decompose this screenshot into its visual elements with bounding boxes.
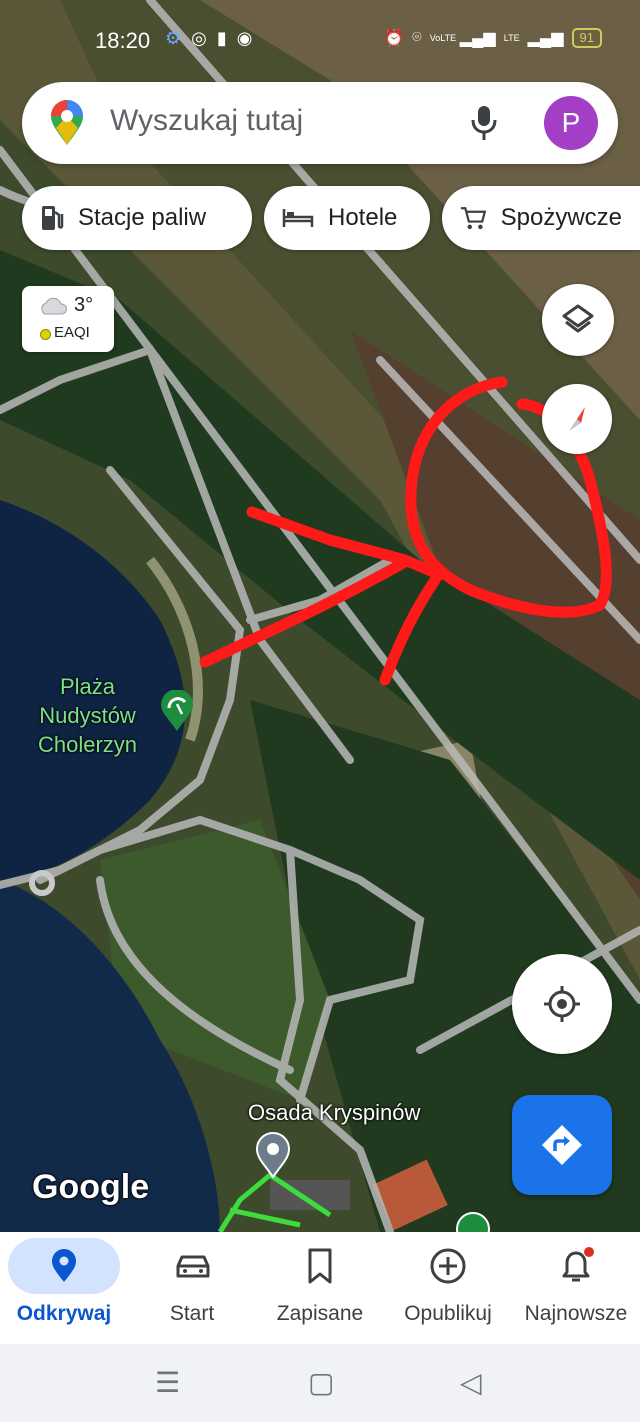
search-bar[interactable]: Wyszukaj tutaj P bbox=[22, 82, 618, 164]
home-icon[interactable]: ▢ bbox=[308, 1366, 334, 1399]
battery-icon: 91 bbox=[571, 28, 602, 48]
chip-groceries[interactable]: Spożywcze bbox=[442, 186, 640, 250]
nav-label: Najnowsze bbox=[524, 1302, 628, 1325]
location-icon: ⌾ bbox=[412, 29, 422, 46]
google-attribution: Google bbox=[32, 1168, 150, 1206]
settings-gear-icon: ⚙ bbox=[165, 28, 182, 48]
bookmark-icon bbox=[308, 1248, 332, 1284]
bed-icon bbox=[282, 209, 314, 227]
my-location-button[interactable] bbox=[512, 954, 612, 1054]
directions-button[interactable] bbox=[512, 1095, 612, 1195]
location-pin-icon bbox=[52, 1249, 76, 1282]
chip-label: Hotele bbox=[328, 204, 398, 231]
nav-label: Opublikuj bbox=[404, 1302, 492, 1325]
add-circle-icon bbox=[430, 1248, 466, 1284]
cart-icon bbox=[460, 207, 487, 230]
chip-hotels[interactable]: Hotele bbox=[264, 186, 430, 250]
temperature: 3° bbox=[74, 294, 94, 316]
volte-label: VoLTE bbox=[429, 33, 457, 43]
beach-name-line2: Nudystów bbox=[39, 703, 136, 728]
alarm-icon: ⏰ bbox=[384, 30, 405, 47]
recent-apps-icon[interactable]: ☰ bbox=[155, 1366, 180, 1399]
directions-icon bbox=[542, 1125, 582, 1165]
nav-label: Start bbox=[169, 1302, 215, 1325]
search-input[interactable]: Wyszukaj tutaj bbox=[110, 104, 303, 138]
nav-label: Zapisane bbox=[276, 1302, 364, 1325]
layers-icon bbox=[562, 304, 594, 333]
weather-widget[interactable]: 3° EAQI bbox=[22, 286, 114, 352]
messenger-icon: ◎ bbox=[191, 28, 207, 48]
beach-place-label[interactable]: Plaża Nudystów Cholerzyn bbox=[38, 672, 137, 759]
status-bar: 18:20 ⚙ ◎ ▮ ◉ ⏰ ⌾ VoLTE ▂▄▆ LTE ▂▄▆ 91 bbox=[0, 0, 640, 84]
bottom-navigation: Odkrywaj Start Zapisane Opublikuj Najnow… bbox=[0, 1232, 640, 1344]
chrome-icon: ◉ bbox=[236, 28, 253, 48]
system-navigation-bar: ☰ ▢ ◁ bbox=[0, 1344, 640, 1422]
cloud-icon bbox=[41, 297, 68, 315]
microphone-icon[interactable] bbox=[470, 104, 498, 147]
account-avatar[interactable]: P bbox=[544, 96, 598, 150]
car-icon bbox=[176, 1255, 210, 1278]
bell-icon bbox=[562, 1247, 594, 1282]
lte-label: LTE bbox=[503, 33, 520, 43]
beach-name-line1: Plaża bbox=[60, 674, 116, 699]
chip-gas-stations[interactable]: Stacje paliw bbox=[22, 186, 252, 250]
back-icon[interactable]: ◁ bbox=[460, 1366, 482, 1399]
nav-explore[interactable]: Odkrywaj bbox=[0, 1232, 128, 1344]
nav-saved[interactable]: Zapisane bbox=[256, 1232, 384, 1344]
google-maps-logo-icon bbox=[50, 100, 84, 151]
air-quality-dot-icon bbox=[40, 329, 51, 340]
compass-button[interactable] bbox=[542, 384, 612, 454]
compass-icon bbox=[569, 407, 585, 431]
nav-label: Odkrywaj bbox=[16, 1302, 112, 1325]
signal-icon: ▂▄▆ bbox=[459, 30, 496, 47]
crosshair-icon bbox=[544, 986, 580, 1022]
nav-updates[interactable]: Najnowsze bbox=[512, 1232, 640, 1344]
chip-label: Spożywcze bbox=[500, 204, 622, 231]
gas-station-icon bbox=[42, 206, 64, 230]
beach-name-line3: Cholerzyn bbox=[38, 732, 138, 757]
settlement-label[interactable]: Osada Kryspinów bbox=[248, 1100, 420, 1126]
signal-icon-2: ▂▄▆ bbox=[527, 30, 564, 47]
nav-contribute[interactable]: Opublikuj bbox=[384, 1232, 512, 1344]
chip-label: Stacje paliw bbox=[78, 204, 207, 231]
clock-time: 18:20 bbox=[95, 28, 151, 53]
briefcase-icon: ▮ bbox=[216, 28, 227, 48]
nav-start[interactable]: Start bbox=[128, 1232, 256, 1344]
layers-button[interactable] bbox=[542, 284, 614, 356]
air-quality-label: EAQI bbox=[54, 324, 90, 341]
